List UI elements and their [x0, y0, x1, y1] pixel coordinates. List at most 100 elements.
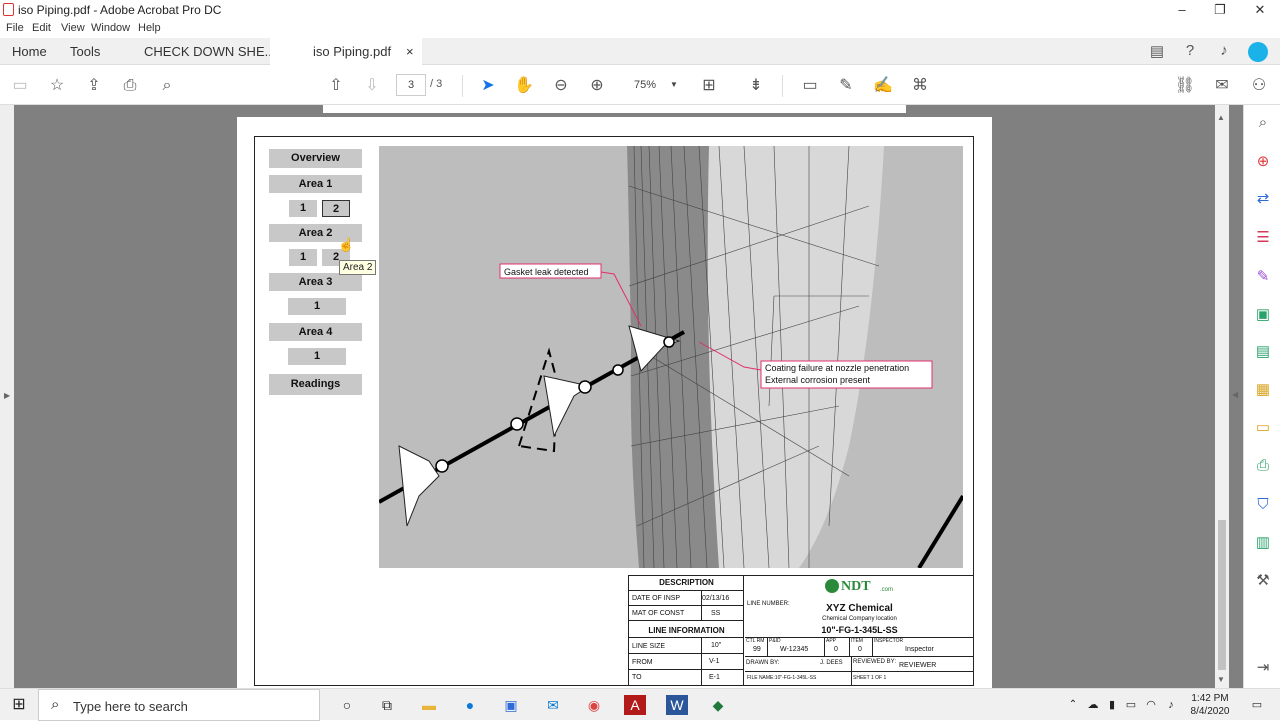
- from-label: FROM: [632, 659, 653, 666]
- combine-files-icon[interactable]: ▣: [1253, 305, 1273, 325]
- fit-page-icon[interactable]: ⊞: [698, 75, 720, 97]
- zoom-in-icon[interactable]: ⊕: [586, 75, 608, 97]
- chrome-icon[interactable]: ◉: [583, 695, 605, 715]
- vertical-scrollbar[interactable]: ▲ ▼: [1215, 105, 1229, 688]
- menu-view[interactable]: View: [61, 22, 85, 34]
- hand-tool-icon[interactable]: ✋: [513, 75, 535, 97]
- help-icon[interactable]: ?: [1180, 42, 1200, 62]
- search-icon: ⌕: [51, 696, 60, 713]
- area1-page2-button[interactable]: 2: [322, 200, 350, 217]
- zoom-level-select[interactable]: 75% ▼: [620, 74, 682, 96]
- scroll-down-icon[interactable]: ▼: [1217, 675, 1225, 684]
- scroll-up-icon[interactable]: ▲: [1217, 113, 1225, 122]
- fill-sign-icon[interactable]: ⌘: [909, 75, 931, 97]
- collapse-right-panel-icon[interactable]: ◀: [1232, 390, 1238, 399]
- prev-page-icon[interactable]: ⇧: [325, 75, 347, 97]
- more-tools-icon[interactable]: ⚒: [1253, 571, 1273, 591]
- protect-icon[interactable]: ⛉: [1253, 495, 1273, 515]
- edge-browser-icon[interactable]: ●: [459, 695, 481, 715]
- sheet-number: SHEET 1 OF 1: [853, 675, 887, 681]
- minimize-button[interactable]: –: [1172, 2, 1192, 17]
- scroll-mode-icon[interactable]: ⇟: [745, 75, 767, 97]
- create-pdf-icon[interactable]: ⊕: [1253, 152, 1273, 172]
- tray-expand-icon[interactable]: ⌃: [1062, 695, 1084, 715]
- print-production-icon[interactable]: ⎙: [1253, 456, 1273, 476]
- coating-callout-line1: Coating failure at nozzle penetration: [765, 363, 909, 373]
- collapse-pane-icon[interactable]: ⇥: [1253, 658, 1273, 678]
- scrollbar-thumb[interactable]: [1218, 520, 1226, 670]
- overview-button[interactable]: Overview: [269, 149, 362, 168]
- tab-close-icon[interactable]: ×: [406, 38, 414, 65]
- wifi-icon[interactable]: ◠: [1140, 695, 1162, 715]
- save-icon[interactable]: ▭: [9, 75, 31, 97]
- zoom-out-icon[interactable]: ⊖: [550, 75, 572, 97]
- battery-icon[interactable]: ▭: [1120, 695, 1142, 715]
- email-icon[interactable]: ✉: [1211, 75, 1233, 97]
- word-icon[interactable]: W: [666, 695, 688, 715]
- readings-button[interactable]: Readings: [269, 374, 362, 395]
- file-explorer-icon[interactable]: ▬: [418, 695, 440, 715]
- area4-page1-button[interactable]: 1: [288, 348, 346, 365]
- app-icon[interactable]: ◆: [707, 695, 729, 715]
- tab-home[interactable]: Home: [12, 38, 47, 65]
- menu-help[interactable]: Help: [138, 22, 161, 34]
- cortana-icon[interactable]: ○: [336, 695, 358, 715]
- menu-edit[interactable]: Edit: [32, 22, 51, 34]
- page-number-input[interactable]: 3: [396, 74, 426, 96]
- add-comment-icon[interactable]: ▭: [799, 75, 821, 97]
- task-view-icon[interactable]: ⧉: [376, 695, 398, 715]
- taskbar-search-box[interactable]: ⌕ Type here to search: [38, 689, 320, 721]
- tab-bar: Home Tools CHECK DOWN SHE... iso Piping.…: [0, 38, 1280, 65]
- area1-button[interactable]: Area 1: [269, 175, 362, 193]
- upload-icon[interactable]: ⇪: [83, 75, 105, 97]
- area4-button[interactable]: Area 4: [269, 323, 362, 341]
- sign-icon[interactable]: ✍: [872, 75, 894, 97]
- export-image-icon[interactable]: ▦: [1253, 380, 1273, 400]
- tab-iso-piping-label: iso Piping.pdf: [313, 44, 392, 59]
- area1-page1-button[interactable]: 1: [289, 200, 317, 217]
- export-pdf-icon[interactable]: ⇄: [1253, 189, 1273, 209]
- share-link-icon[interactable]: ⛓: [1174, 75, 1196, 97]
- windows-start-icon[interactable]: ⊞: [8, 695, 30, 715]
- 3d-model-view[interactable]: Gasket leak detected Coating failure at …: [379, 146, 963, 568]
- scan-icon[interactable]: ▤: [1253, 342, 1273, 362]
- toolbar-divider: [462, 75, 463, 97]
- search-tools-icon[interactable]: ⌕: [1253, 113, 1273, 133]
- highlight-pen-icon[interactable]: ✎: [835, 75, 857, 97]
- volume-icon[interactable]: ♪: [1160, 695, 1182, 715]
- user-avatar-icon[interactable]: [1248, 42, 1268, 62]
- edit-pdf-icon[interactable]: ✎: [1253, 267, 1273, 287]
- description-header: DESCRIPTION: [659, 578, 714, 587]
- taskbar-clock[interactable]: 1:42 PM 8/4/2020: [1186, 692, 1234, 718]
- next-page-icon[interactable]: ⇩: [361, 75, 383, 97]
- expand-left-panel-icon[interactable]: ▶: [4, 391, 10, 400]
- area3-button[interactable]: Area 3: [269, 273, 362, 291]
- compare-files-icon[interactable]: ▥: [1253, 533, 1273, 553]
- find-icon[interactable]: ⌕: [156, 75, 178, 97]
- add-user-icon[interactable]: ⚇: [1248, 75, 1270, 97]
- notifications-icon[interactable]: ▭: [1246, 695, 1268, 715]
- comment-icon[interactable]: ▤: [1147, 42, 1167, 62]
- left-panel-toggle-strip[interactable]: ▶: [0, 105, 14, 688]
- document-viewport[interactable]: Overview Area 1 1 2 Area 2 1 2 Area 3 1 …: [0, 105, 1243, 688]
- menu-window[interactable]: Window: [91, 22, 130, 34]
- coating-callout-line2: External corrosion present: [765, 375, 871, 385]
- area2-page1-button[interactable]: 1: [289, 249, 317, 266]
- tab-iso-piping[interactable]: iso Piping.pdf ×: [270, 38, 422, 65]
- store-icon[interactable]: ▣: [500, 695, 522, 715]
- maximize-button[interactable]: ❐: [1210, 2, 1230, 18]
- mail-icon[interactable]: ✉: [542, 695, 564, 715]
- close-window-button[interactable]: ✕: [1250, 2, 1270, 18]
- organize-pages-icon[interactable]: ☰: [1253, 228, 1273, 248]
- tab-check-down-sheet[interactable]: CHECK DOWN SHE...: [144, 38, 275, 65]
- menu-file[interactable]: File: [6, 22, 24, 34]
- area3-page1-button[interactable]: 1: [288, 298, 346, 315]
- acrobat-taskbar-icon[interactable]: A: [624, 695, 646, 715]
- notification-bell-icon[interactable]: ♪: [1214, 42, 1234, 62]
- print-icon[interactable]: ⎙: [119, 75, 141, 97]
- select-tool-icon[interactable]: ➤: [477, 75, 499, 97]
- comment-tool-icon[interactable]: ▭: [1253, 418, 1273, 438]
- ctl-label: CTL RM: [746, 638, 765, 644]
- tab-tools[interactable]: Tools: [70, 38, 100, 65]
- bookmark-star-icon[interactable]: ☆: [46, 75, 68, 97]
